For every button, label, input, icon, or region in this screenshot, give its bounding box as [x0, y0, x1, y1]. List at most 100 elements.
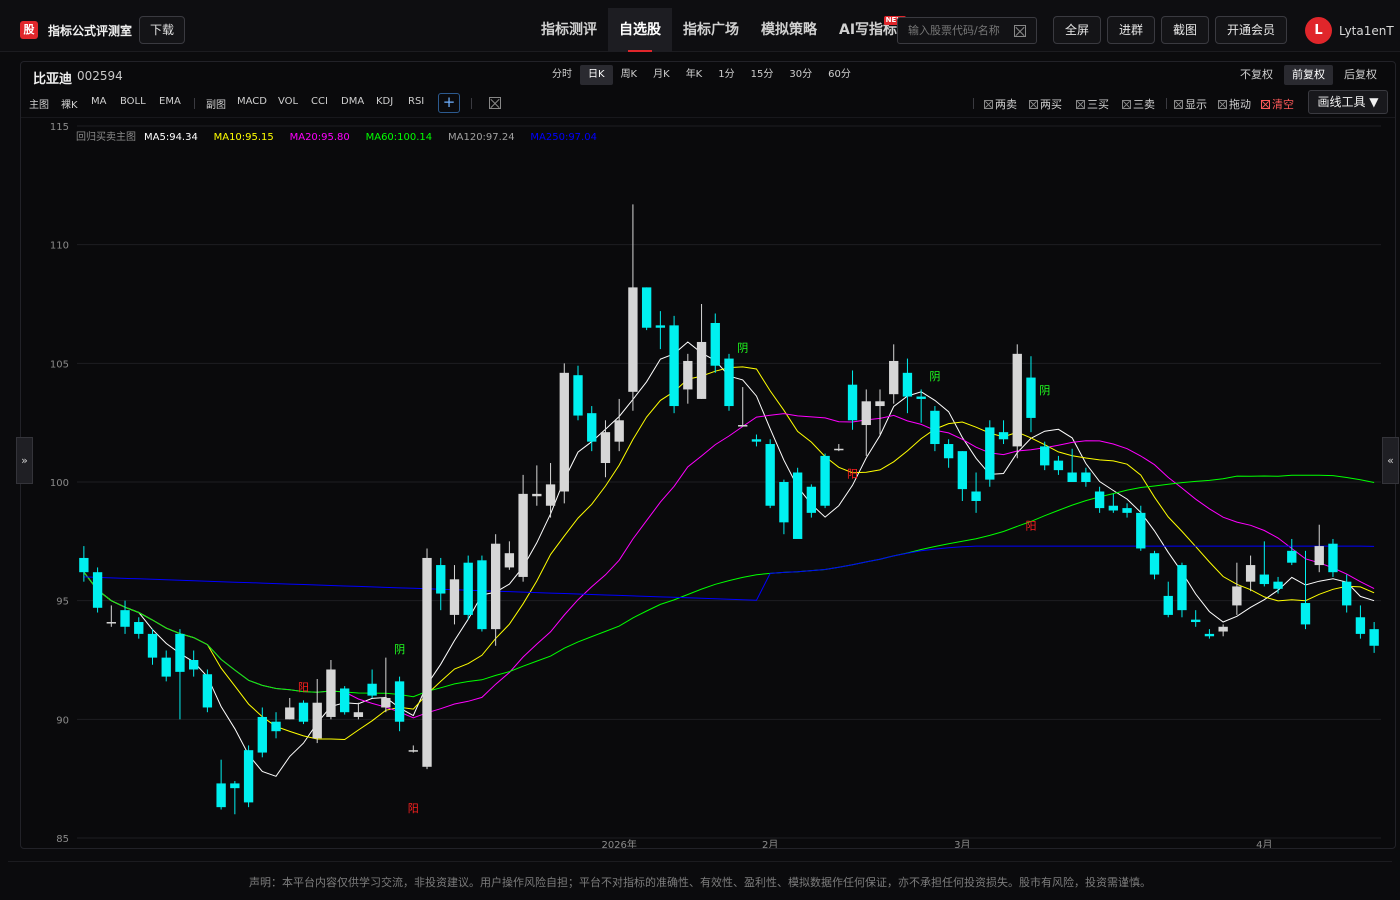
candle-body — [381, 697, 391, 708]
period-1min[interactable]: 1分 — [710, 65, 742, 85]
candle-body — [339, 688, 350, 713]
toggle-drag[interactable]: 拖动 — [1218, 96, 1251, 112]
join-group-button[interactable]: 进群 — [1107, 16, 1156, 44]
candle-body — [792, 472, 803, 539]
avatar[interactable]: L — [1305, 17, 1332, 44]
main-indicator-boll[interactable]: BOLL — [120, 96, 146, 107]
candle-body — [134, 622, 144, 634]
toggle-two-sell[interactable]: 两卖 — [984, 96, 1017, 112]
chart-title: 回归买卖主图 — [76, 130, 136, 143]
toggle-show[interactable]: 显示 — [1174, 96, 1207, 112]
candle-body — [147, 633, 158, 658]
period-60min[interactable]: 60分 — [820, 65, 859, 85]
app-logo[interactable]: 股 — [20, 21, 38, 39]
main-indicator-ma[interactable]: MA — [91, 96, 106, 107]
candle-body — [436, 565, 446, 594]
candle-body — [806, 486, 817, 513]
candle-body — [285, 707, 295, 720]
candle-body — [559, 372, 569, 492]
stock-search-box — [897, 17, 1037, 44]
toggle-two-buy[interactable]: 两买 — [1029, 96, 1062, 112]
period-15min[interactable]: 15分 — [743, 65, 782, 85]
main-indicator-ema[interactable]: EMA — [159, 96, 181, 107]
y-tick-label: 100 — [50, 478, 69, 489]
username[interactable]: Lyta1enT — [1339, 24, 1394, 38]
sub-indicator-rsi[interactable]: RSI — [408, 96, 424, 107]
period-monthly[interactable]: 月K — [645, 65, 678, 85]
candle-body — [600, 432, 611, 464]
candlestick-chart[interactable]: 8590951001051101152026年 2月 3月 4月阳阴阳阴阳阴阳阴回归买… — [21, 118, 1395, 848]
candle-body — [518, 493, 528, 577]
candle-body — [106, 622, 116, 624]
divider — [1166, 98, 1167, 109]
screenshot-button[interactable]: 截图 — [1161, 16, 1210, 44]
sub-indicator-macd[interactable]: MACD — [237, 96, 267, 107]
nav-indicator-square[interactable]: 指标广场 — [672, 8, 750, 52]
candle-body — [367, 683, 377, 696]
download-button[interactable]: 下载 — [139, 16, 186, 44]
signal-annotation: 阳 — [408, 802, 419, 815]
checkbox-icon — [1218, 100, 1227, 109]
close-indicator-icon[interactable] — [489, 97, 501, 109]
search-clear-icon[interactable] — [1014, 25, 1026, 37]
period-30min[interactable]: 30分 — [781, 65, 820, 85]
candle-body — [779, 482, 789, 523]
candle-body — [971, 491, 981, 501]
stock-name: 比亚迪 — [33, 72, 73, 87]
drawing-tools-dropdown[interactable]: 画线工具 ▼ — [1308, 90, 1388, 114]
candle-body — [1067, 472, 1077, 482]
candle-body — [216, 783, 226, 808]
add-indicator-button[interactable]: + — [438, 93, 460, 113]
adjust-forward[interactable]: 前复权 — [1284, 65, 1333, 85]
sub-indicator-cci[interactable]: CCI — [311, 96, 328, 107]
signal-annotation: 阴 — [929, 370, 940, 383]
candle-body — [889, 360, 899, 395]
main-indicator-naked-k[interactable]: 裸K — [61, 96, 78, 111]
sub-indicator-vol[interactable]: VOL — [278, 96, 298, 107]
ma-legend-item: MA20:95.80 — [290, 132, 350, 143]
period-weekly[interactable]: 周K — [613, 65, 646, 85]
candle-body — [847, 384, 858, 421]
top-navigation-bar: 股 指标公式评测室 下载 指标测评 自选股 指标广场 模拟策略 AI写指标 NEW… — [0, 0, 1400, 52]
adjust-backward[interactable]: 后复权 — [1336, 65, 1385, 85]
adjust-none[interactable]: 不复权 — [1232, 65, 1281, 85]
period-daily[interactable]: 日K — [580, 65, 613, 85]
period-yearly[interactable]: 年K — [678, 65, 711, 85]
x-tick-label: 3月 — [954, 839, 970, 848]
candle-body — [985, 427, 995, 480]
candle-body — [545, 484, 556, 506]
toggle-three-sell[interactable]: 三卖 — [1122, 96, 1155, 112]
sub-indicator-dma[interactable]: DMA — [341, 96, 364, 107]
fullscreen-button[interactable]: 全屏 — [1053, 16, 1102, 44]
ma-legend-item: MA250:97.04 — [530, 132, 597, 143]
candle-body — [92, 572, 103, 608]
candle-body — [422, 557, 432, 767]
candle-body — [861, 401, 871, 426]
app-title[interactable]: 指标公式评测室 — [48, 22, 132, 39]
expand-left-panel-icon[interactable]: » — [16, 437, 33, 484]
candle-body — [353, 712, 364, 717]
candle-body — [1177, 565, 1187, 611]
candle-body — [998, 432, 1009, 440]
y-tick-label: 105 — [50, 359, 69, 370]
period-intraday[interactable]: 分时 — [544, 65, 580, 85]
stock-search-input[interactable] — [898, 18, 1014, 43]
expand-right-panel-icon[interactable]: « — [1382, 437, 1399, 484]
candle-body — [504, 553, 515, 568]
candle-body — [271, 721, 281, 732]
membership-button[interactable]: 开通会员 — [1215, 16, 1288, 44]
checkbox-icon — [1174, 100, 1183, 109]
checkbox-icon — [1029, 100, 1038, 109]
checkbox-icon — [1076, 100, 1085, 109]
disclaimer: 声明：本平台内容仅供学习交流，非投资建议。用户操作风险自担；平台不对指标的准确性… — [8, 861, 1392, 900]
toggle-three-buy[interactable]: 三买 — [1076, 96, 1109, 112]
candle-body — [394, 681, 405, 722]
ma-legend-item: MA60:100.14 — [366, 132, 433, 143]
candle-body — [902, 372, 913, 397]
nav-indicator-review[interactable]: 指标测评 — [530, 8, 608, 52]
sub-indicator-kdj[interactable]: KDJ — [376, 96, 393, 107]
clear-drawings-button[interactable]: 清空 — [1261, 96, 1294, 112]
candle-body — [1081, 472, 1091, 482]
nav-simulated-strategy[interactable]: 模拟策略 — [750, 8, 828, 52]
nav-watchlist[interactable]: 自选股 — [608, 8, 672, 52]
